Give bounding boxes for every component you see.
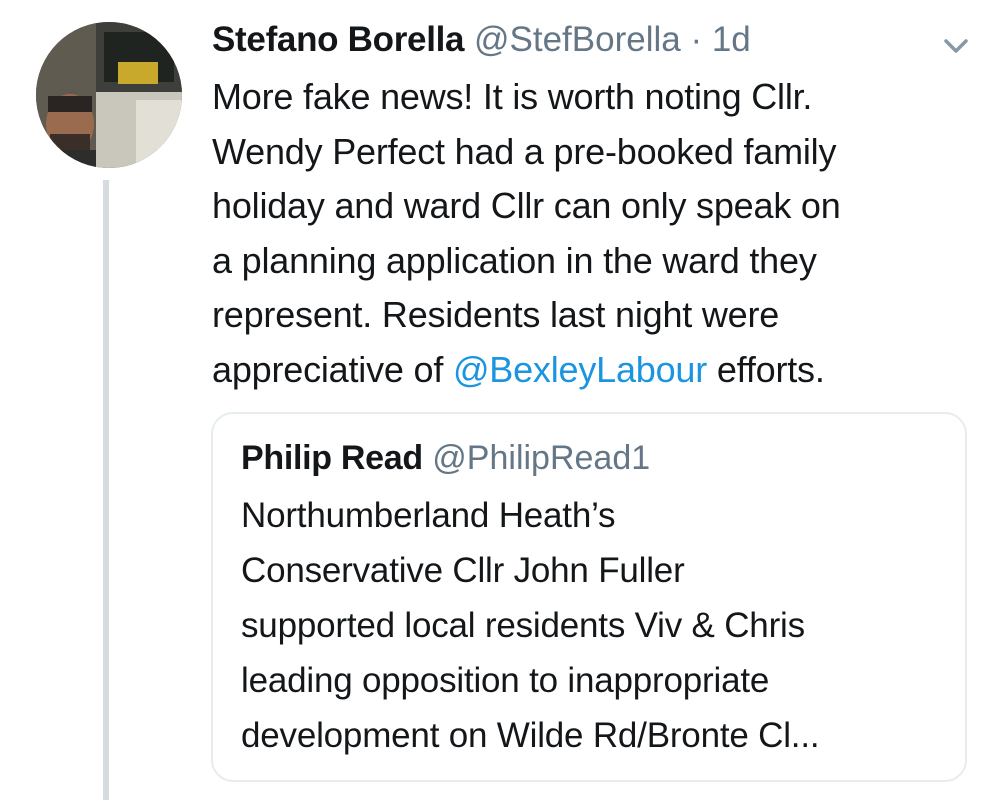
time-separator: · [690,20,703,59]
tweet-header: Stefano Borella @StefBorella · 1d [212,18,751,62]
avatar-photo [36,22,182,168]
quoted-text-line: Northumberland Heath’s [241,496,616,535]
tweet-text-line: holiday and ward Cllr can only speak on [212,185,841,226]
tweet-text-fragment: efforts. [707,348,825,390]
quoted-tweet-text: Northumberland Heath’s Conservative Cllr… [241,488,941,763]
chevron-down-icon[interactable] [938,34,974,58]
quoted-text-line: supported local residents Viv & Chris [241,606,805,645]
quoted-author-name: Philip Read [241,439,423,477]
tweet-text-fragment: appreciative of [212,348,453,390]
thread-line [103,180,109,800]
author-name[interactable]: Stefano Borella [212,20,465,59]
author-handle[interactable]: @StefBorella [474,20,681,59]
quoted-text-line: leading opposition to inappropriate [241,661,770,700]
tweet-text-line: a planning application in the ward they [212,239,817,281]
quoted-text-line: development on Wilde Rd/Bronte Cl... [241,716,820,755]
quoted-text-line: Conservative Cllr John Fuller [241,551,685,590]
tweet-text-line: More fake news! It is worth noting Cllr. [212,76,813,117]
mention-link[interactable]: @BexleyLabour [453,349,707,390]
quoted-tweet-card[interactable]: Philip Read @PhilipRead1 Northumberland … [211,412,967,782]
quoted-author-handle: @PhilipRead1 [432,439,651,477]
tweet-text: More fake news! It is worth noting Cllr.… [212,70,972,397]
tweet-text-line-last: appreciative of @BexleyLabour efforts. [212,343,972,398]
tweet-text-line: Wendy Perfect had a pre-booked family [212,130,837,172]
quoted-tweet-header: Philip Read @PhilipRead1 [241,436,650,480]
tweet-text-line: represent. Residents last night were [212,294,780,335]
timestamp[interactable]: 1d [712,20,751,59]
avatar[interactable] [36,22,182,168]
